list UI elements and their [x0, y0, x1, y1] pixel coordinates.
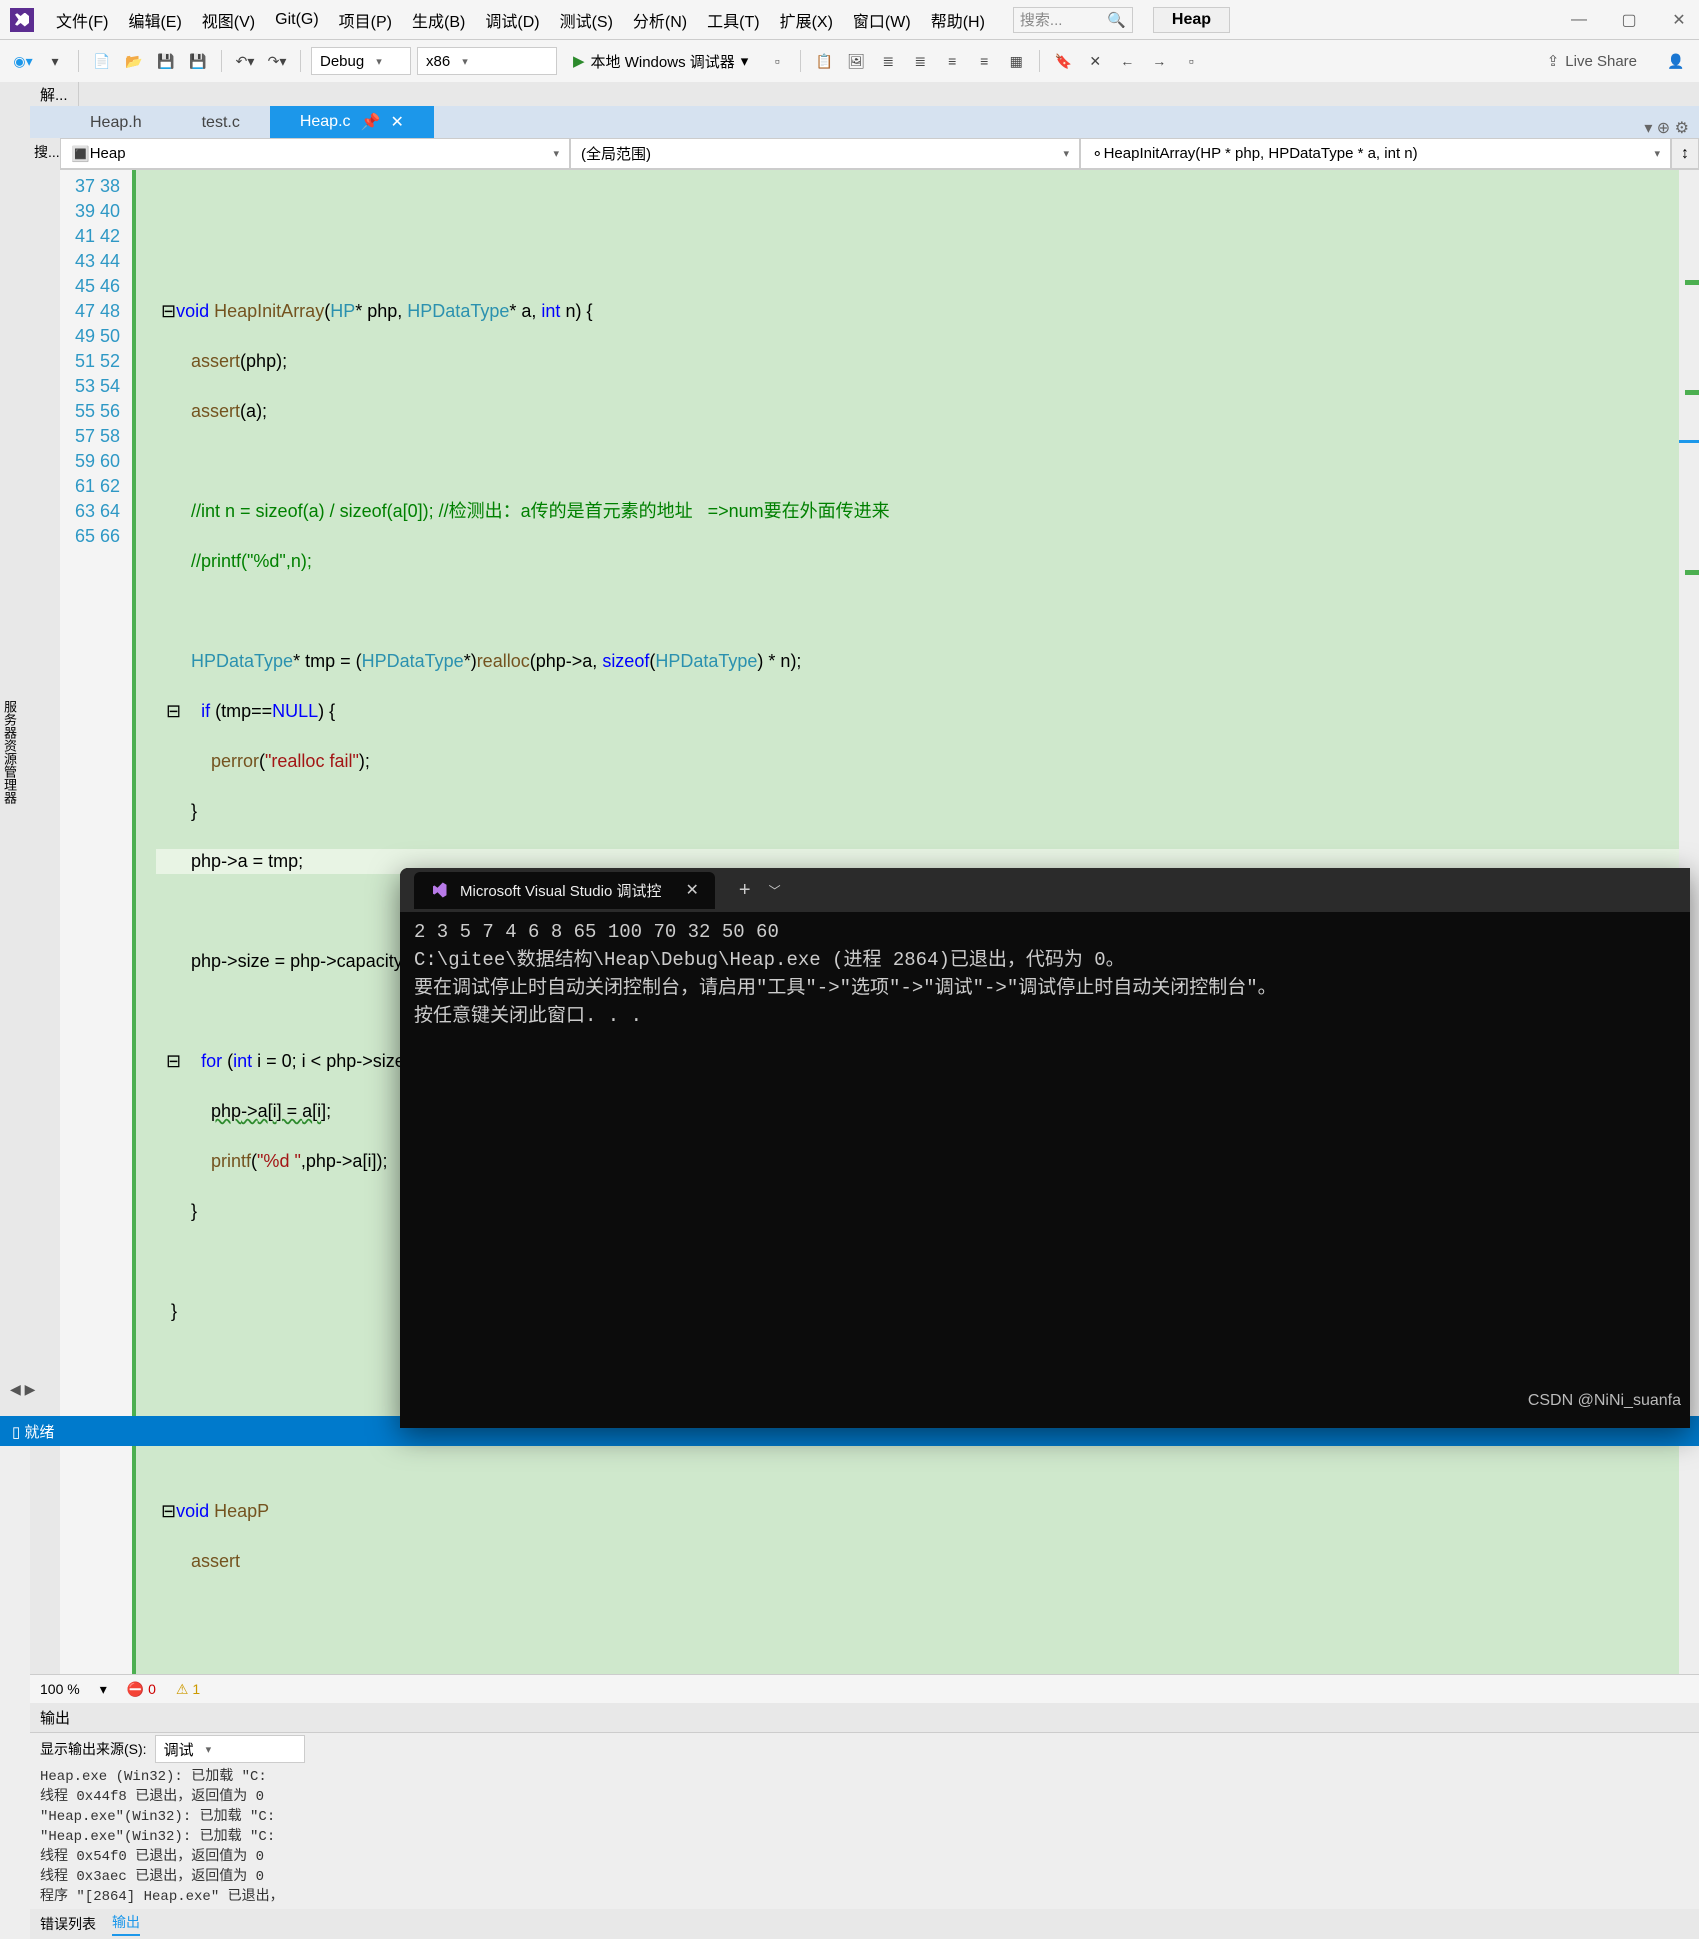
menu-window[interactable]: 窗口(W) — [843, 4, 921, 36]
titlebar: 文件(F) 编辑(E) 视图(V) Git(G) 项目(P) 生成(B) 调试(… — [0, 0, 1699, 40]
menu-test[interactable]: 测试(S) — [550, 4, 623, 36]
tab-heap-h[interactable]: Heap.h — [60, 108, 172, 138]
menu-tools[interactable]: 工具(T) — [697, 4, 769, 36]
solution-explorer-tab[interactable]: 解... — [30, 84, 78, 105]
debug-console-window[interactable]: Microsoft Visual Studio 调试控 ✕ + ﹀ 2 3 5 … — [400, 868, 1690, 1428]
open-icon[interactable]: 📂 — [121, 48, 147, 74]
file-tabs: Heap.h test.c Heap.c📌✕ ▾ ⊕ ⚙ — [30, 106, 1699, 138]
tab-output[interactable]: 输出 — [112, 1912, 140, 1936]
tb-icon-7[interactable]: ≡ — [971, 48, 997, 74]
tb-icon-3[interactable]: 🖼 — [843, 48, 869, 74]
nav-function-combo[interactable]: ⚬ HeapInitArray(HP * php, HPDataType * a… — [1080, 138, 1671, 169]
nav-scope-combo[interactable]: (全局范围) — [570, 138, 1080, 169]
console-dropdown-icon[interactable]: ﹀ — [769, 882, 781, 899]
left-sidebar: 服务器资源管理器 工具箱 — [0, 82, 30, 1416]
console-tab-close-icon[interactable]: ✕ — [685, 880, 698, 900]
live-share-button[interactable]: ⇪Live Share — [1547, 52, 1637, 70]
scroll-arrows[interactable]: ◀ ▶ — [10, 1381, 35, 1398]
zoom-combo[interactable]: 100 % — [40, 1681, 80, 1697]
menu-project[interactable]: 项目(P) — [329, 4, 402, 36]
solution-name[interactable]: Heap — [1153, 7, 1230, 33]
output-body[interactable]: Heap.exe (Win32): 已加载 "C: 线程 0x44f8 已退出，… — [30, 1765, 1699, 1909]
tab-overflow-icon[interactable]: ▾ ⊕ ⚙ — [1634, 118, 1699, 138]
saveall-icon[interactable]: 💾 — [185, 48, 211, 74]
server-explorer-tab[interactable]: 服务器资源管理器 — [0, 700, 19, 804]
console-output: 2 3 5 7 4 6 8 65 100 70 32 50 60 C:\gite… — [400, 912, 1690, 1036]
tb-icon-13[interactable]: ▫ — [1178, 48, 1204, 74]
fold-column[interactable] — [132, 170, 156, 1674]
new-icon[interactable]: 📄 — [89, 48, 115, 74]
save-icon[interactable]: 💾 — [153, 48, 179, 74]
search-icon: 🔍 — [1107, 11, 1126, 29]
tb-icon-4[interactable]: ≣ — [875, 48, 901, 74]
share-icon: ⇪ — [1547, 52, 1560, 70]
tb-icon-8[interactable]: ▦ — [1003, 48, 1029, 74]
menu-git[interactable]: Git(G) — [265, 7, 329, 33]
account-icon[interactable]: 👤 — [1663, 48, 1689, 74]
back-icon[interactable]: ◉▾ — [10, 48, 36, 74]
output-source-combo[interactable]: 调试 — [155, 1735, 305, 1763]
close-icon[interactable]: ✕ — [1669, 10, 1689, 30]
tb-icon-11[interactable]: ← — [1114, 48, 1140, 74]
search-input[interactable]: 搜索...🔍 — [1013, 7, 1133, 33]
nav-project-combo[interactable]: 🔳 Heap — [60, 138, 570, 169]
tb-icon-5[interactable]: ≣ — [907, 48, 933, 74]
console-tab[interactable]: Microsoft Visual Studio 调试控 ✕ — [414, 872, 715, 909]
menu-edit[interactable]: 编辑(E) — [118, 4, 191, 36]
tab-heap-c[interactable]: Heap.c📌✕ — [270, 106, 434, 138]
minimize-icon[interactable]: — — [1569, 10, 1589, 30]
warn-count[interactable]: ⚠ 1 — [176, 1681, 200, 1698]
menu-file[interactable]: 文件(F) — [46, 4, 118, 36]
fwd-icon[interactable]: ▾ — [42, 48, 68, 74]
menu-help[interactable]: 帮助(H) — [921, 4, 995, 36]
config-combo[interactable]: Debug — [311, 47, 411, 75]
status-text: ▯ 就绪 — [12, 1421, 54, 1442]
tb-icon-12[interactable]: → — [1146, 48, 1172, 74]
tb-icon-1[interactable]: ▫ — [764, 48, 790, 74]
vs-logo-icon — [10, 8, 34, 32]
tb-icon-6[interactable]: ≡ — [939, 48, 965, 74]
console-new-tab-icon[interactable]: + — [739, 879, 751, 902]
error-count[interactable]: ⛔ 0 — [127, 1681, 156, 1698]
tab-error-list[interactable]: 错误列表 — [40, 1914, 96, 1934]
menu-view[interactable]: 视图(V) — [192, 4, 265, 36]
line-gutter: 37 38 39 40 41 42 43 44 45 46 47 48 49 5… — [60, 170, 132, 1674]
platform-combo[interactable]: x86 — [417, 47, 557, 75]
toolbar: ◉▾ ▾ 📄 📂 💾 💾 ↶▾ ↷▾ Debug x86 本地 Windows … — [0, 40, 1699, 82]
maximize-icon[interactable]: ▢ — [1619, 10, 1639, 30]
output-source-label: 显示输出来源(S): — [40, 1739, 147, 1759]
undo-icon[interactable]: ↶▾ — [232, 48, 258, 74]
start-debug-button[interactable]: 本地 Windows 调试器▾ — [563, 51, 758, 72]
menu-debug[interactable]: 调试(D) — [475, 4, 549, 36]
redo-icon[interactable]: ↷▾ — [264, 48, 290, 74]
split-icon[interactable]: ↕ — [1671, 138, 1699, 169]
menu-extensions[interactable]: 扩展(X) — [770, 4, 843, 36]
tb-icon-2[interactable]: 📋 — [811, 48, 837, 74]
watermark: CSDN @NiNi_suanfa — [1528, 1392, 1681, 1410]
tab-test-c[interactable]: test.c — [172, 108, 270, 138]
close-tab-icon[interactable]: ✕ — [390, 112, 403, 132]
tb-icon-9[interactable]: 🔖 — [1050, 48, 1076, 74]
tb-icon-10[interactable]: ✕ — [1082, 48, 1108, 74]
vs-icon — [430, 881, 448, 899]
menu-build[interactable]: 生成(B) — [402, 4, 475, 36]
pin-icon[interactable]: 📌 — [361, 112, 381, 132]
menu-analyze[interactable]: 分析(N) — [623, 4, 697, 36]
output-header: 输出 — [30, 1703, 1699, 1733]
